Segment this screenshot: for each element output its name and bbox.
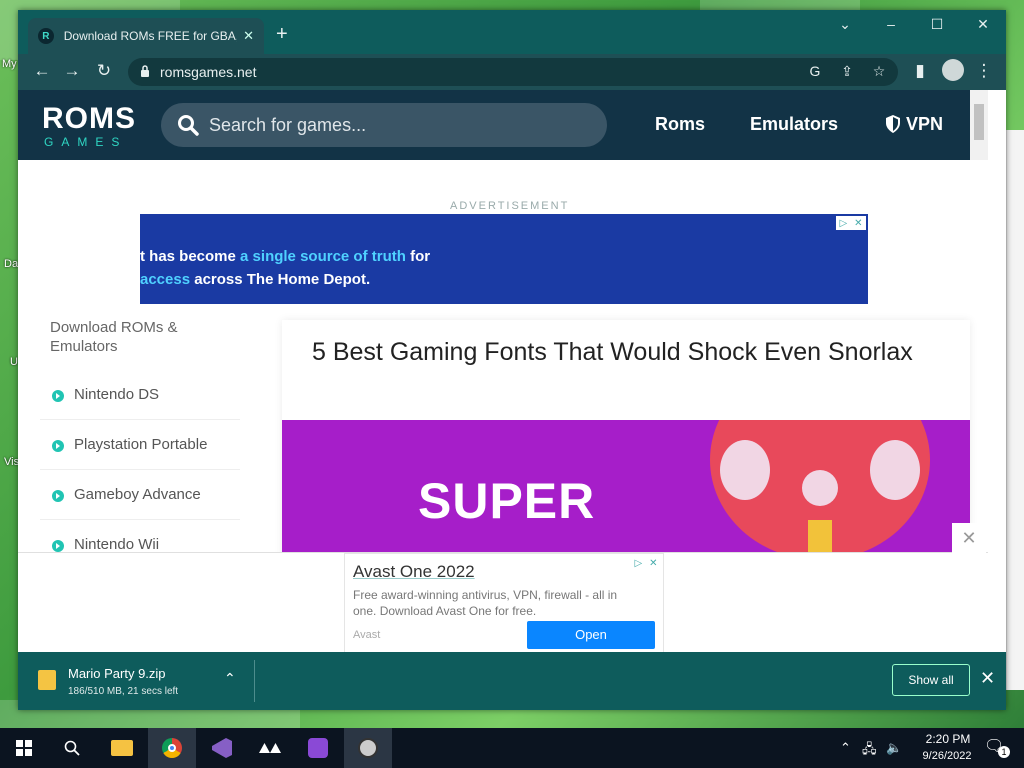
forward-arrow-icon[interactable]: → — [60, 62, 84, 80]
tab-title: Download ROMs FREE for GBA, S — [63, 29, 238, 43]
minimize-icon[interactable]: – — [876, 16, 906, 32]
nav-roms[interactable]: Roms — [655, 114, 705, 135]
side-panel-icon[interactable]: ▮ — [908, 62, 932, 80]
ad-banner[interactable]: t has become a single source of truth fo… — [140, 214, 868, 304]
url-text: romsgames.net — [160, 64, 257, 80]
new-tab-icon[interactable]: + — [276, 24, 288, 44]
file-explorer-icon[interactable] — [98, 728, 146, 768]
sticky-ad: ✕ ▷ ✕ Avast One 2022 Free award-winning a… — [18, 523, 988, 652]
image-title-text: SUPER — [418, 473, 596, 529]
ad-line-2: access across The Home Depot. — [140, 271, 371, 288]
nav-emulators[interactable]: Emulators — [750, 114, 838, 135]
google-icon[interactable]: G — [806, 63, 824, 79]
maximize-icon[interactable]: ☐ — [922, 16, 952, 33]
close-ad-icon[interactable]: ✕ — [952, 523, 986, 553]
sidebar-item-label: Nintendo Wii — [74, 536, 160, 553]
sidebar-item-label: Nintendo DS — [74, 386, 160, 403]
article-title[interactable]: 5 Best Gaming Fonts That Would Shock Eve… — [312, 336, 932, 368]
close-window-icon[interactable]: ✕ — [968, 16, 998, 33]
ad-line-1: t has become a single source of truth fo… — [140, 248, 431, 265]
tab-close-icon[interactable]: ✕ — [243, 28, 254, 44]
sidebar-item-label: Playstation Portable — [74, 436, 208, 453]
page-viewport: ROMS GAMES Search for games... Roms Emul… — [18, 90, 1006, 652]
close-download-bar-icon[interactable]: ✕ — [980, 668, 995, 689]
search-input[interactable]: Search for games... — [161, 103, 607, 147]
clock-time[interactable]: 2:20 PM — [918, 732, 978, 746]
notification-count-badge: 1 — [998, 746, 1010, 758]
play-icon — [52, 490, 64, 502]
bookmark-star-icon[interactable]: ☆ — [870, 63, 888, 80]
sidebar-item-nintendo-ds[interactable]: Nintendo DS — [40, 370, 240, 420]
app-icon-emulator[interactable] — [344, 728, 392, 768]
divider — [254, 660, 255, 702]
desktop-icon-label[interactable]: My — [2, 58, 17, 70]
tab-search-chevron-icon[interactable]: ⌄ — [830, 16, 860, 33]
network-icon[interactable]: 🖧 — [862, 740, 877, 762]
sidebar-item-gameboy-advance[interactable]: Gameboy Advance — [40, 470, 240, 520]
volume-icon[interactable]: 🔈 — [886, 740, 902, 756]
browser-window: R Download ROMs FREE for GBA, S ✕ + ⌄ – … — [18, 10, 1006, 710]
play-icon — [52, 440, 64, 452]
site-logo[interactable]: ROMS — [42, 104, 136, 134]
desktop-tile — [700, 0, 860, 10]
desktop-tile — [60, 0, 180, 10]
scrollbar-thumb[interactable] — [974, 104, 984, 140]
ad-choices-icon[interactable]: ▷ ✕ — [836, 216, 866, 230]
tray-chevron-up-icon[interactable]: ⌃ — [840, 740, 851, 756]
avast-ad[interactable]: ▷ ✕ Avast One 2022 Free award-winning ant… — [344, 553, 664, 652]
ad-title[interactable]: Avast One 2022 — [353, 562, 475, 582]
shield-icon — [886, 115, 900, 133]
sidebar-title: Download ROMs & Emulators — [50, 319, 178, 355]
menu-dots-icon[interactable]: ⋮ — [972, 62, 996, 80]
profile-avatar[interactable] — [942, 59, 964, 81]
background-window-edge — [1006, 130, 1024, 690]
advertisement-label: ADVERTISEMENT — [450, 200, 570, 212]
clock-date[interactable]: 9/26/2022 — [912, 750, 982, 762]
download-file-name[interactable]: Mario Party 9.zip — [68, 666, 166, 681]
address-bar[interactable]: romsgames.net G ⇪ ☆ — [128, 58, 898, 86]
visual-studio-icon[interactable] — [198, 728, 246, 768]
ad-brand: Avast — [353, 629, 381, 641]
search-icon — [178, 115, 199, 136]
windows-start-icon[interactable] — [0, 728, 48, 768]
graphic-spot — [720, 440, 770, 500]
search-placeholder: Search for games... — [209, 115, 367, 135]
desktop-icon-label[interactable]: U — [10, 356, 18, 368]
taskbar: ⌃ 🖧 🔈 2:20 PM 9/26/2022 🗨 1 — [0, 728, 1024, 768]
sidebar-item-label: Gameboy Advance — [74, 486, 201, 503]
back-arrow-icon[interactable]: ← — [30, 62, 54, 80]
zip-file-icon — [38, 670, 56, 690]
sidebar-item-playstation-portable[interactable]: Playstation Portable — [40, 420, 240, 470]
chrome-icon[interactable] — [148, 728, 196, 768]
header-scrollbar[interactable] — [970, 90, 988, 160]
nav-vpn[interactable]: VPN — [906, 114, 943, 135]
browser-toolbar: ← → ↻ romsgames.net G ⇪ ☆ ▮ ⋮ — [18, 54, 1006, 90]
graphic-spot — [870, 440, 920, 500]
desktop-icon-label[interactable]: Vis — [4, 456, 19, 468]
download-status: 186/510 MB, 21 secs left — [68, 686, 179, 697]
browser-tab[interactable]: R Download ROMs FREE for GBA, S ✕ — [28, 18, 264, 54]
download-bar: Mario Party 9.zip 186/510 MB, 21 secs le… — [18, 652, 1006, 710]
graphic-spot — [802, 470, 838, 506]
play-icon — [52, 540, 64, 552]
ad-description: Free award-winning antivirus, VPN, firew… — [353, 588, 618, 618]
site-logo-subtitle[interactable]: GAMES — [44, 136, 127, 148]
title-bar: R Download ROMs FREE for GBA, S ✕ + ⌄ – … — [18, 10, 1006, 54]
app-icon-mountains[interactable] — [246, 728, 294, 768]
lock-icon — [141, 65, 149, 77]
app-icon-game[interactable] — [294, 728, 342, 768]
site-favicon-icon: R — [38, 28, 54, 44]
ad-choices-icon[interactable]: ▷ ✕ — [631, 556, 661, 570]
chevron-up-icon[interactable]: ⌃ — [224, 670, 236, 687]
play-icon — [52, 390, 64, 402]
reload-icon[interactable]: ↻ — [92, 62, 116, 80]
desktop-icon-label[interactable]: Da — [4, 258, 18, 270]
ad-open-button[interactable]: Open — [527, 621, 655, 649]
site-header: ROMS GAMES Search for games... Roms Emul… — [18, 90, 988, 160]
show-all-button[interactable]: Show all — [892, 664, 970, 696]
search-icon[interactable] — [48, 728, 96, 768]
share-icon[interactable]: ⇪ — [838, 63, 856, 80]
